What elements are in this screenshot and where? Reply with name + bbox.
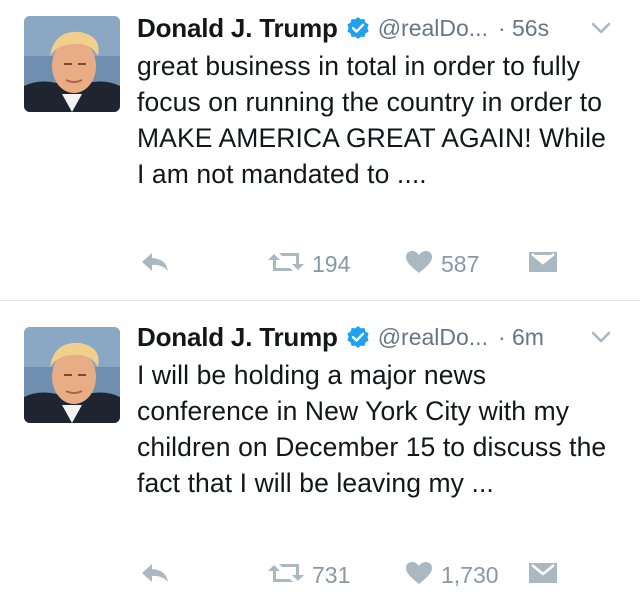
verified-badge-icon bbox=[346, 16, 370, 40]
retweet-button[interactable]: 194 bbox=[268, 246, 350, 282]
tweet-timestamp[interactable]: · 6m bbox=[498, 324, 544, 351]
reply-button[interactable] bbox=[140, 557, 170, 593]
retweet-icon bbox=[268, 250, 304, 279]
like-count: 587 bbox=[441, 250, 480, 277]
reply-icon bbox=[140, 250, 170, 279]
avatar[interactable] bbox=[24, 327, 120, 423]
avatar[interactable] bbox=[24, 16, 120, 112]
reply-button[interactable] bbox=[140, 246, 170, 282]
direct-message-icon bbox=[528, 250, 558, 279]
chevron-down-icon[interactable] bbox=[590, 18, 612, 38]
heart-icon bbox=[405, 561, 433, 590]
author-name[interactable]: Donald J. Trump bbox=[137, 322, 338, 353]
tweet-actions: 731 1,730 bbox=[0, 557, 640, 593]
author-name[interactable]: Donald J. Trump bbox=[137, 13, 338, 44]
tweet-header: Donald J. Trump @realDo... · 56s bbox=[137, 12, 630, 44]
retweet-count: 194 bbox=[312, 250, 351, 277]
author-handle[interactable]: @realDo... bbox=[378, 324, 488, 351]
author-handle[interactable]: @realDo... bbox=[378, 15, 488, 42]
tweet-text: I will be holding a major news conferenc… bbox=[137, 360, 607, 498]
like-button[interactable]: 1,730 bbox=[405, 557, 499, 593]
direct-message-button[interactable] bbox=[528, 246, 558, 282]
like-count: 1,730 bbox=[441, 561, 499, 588]
heart-icon bbox=[405, 250, 433, 279]
tweet-header: Donald J. Trump @realDo... · 6m bbox=[137, 321, 630, 353]
retweet-button[interactable]: 731 bbox=[268, 557, 350, 593]
retweet-count: 731 bbox=[312, 561, 351, 588]
tweet[interactable]: Donald J. Trump @realDo... · 6m I will b… bbox=[0, 301, 640, 595]
tweet-actions: 194 587 bbox=[0, 246, 640, 282]
tweet-timestamp[interactable]: · 56s bbox=[498, 15, 549, 42]
tweet[interactable]: Donald J. Trump @realDo... · 56s great b… bbox=[0, 0, 640, 300]
direct-message-button[interactable] bbox=[528, 557, 558, 593]
verified-badge-icon bbox=[346, 325, 370, 349]
chevron-down-icon[interactable] bbox=[590, 327, 612, 347]
retweet-icon bbox=[268, 561, 304, 590]
like-button[interactable]: 587 bbox=[405, 246, 479, 282]
direct-message-icon bbox=[528, 561, 558, 590]
reply-icon bbox=[140, 561, 170, 590]
tweet-text: great business in total in order to full… bbox=[137, 51, 606, 189]
